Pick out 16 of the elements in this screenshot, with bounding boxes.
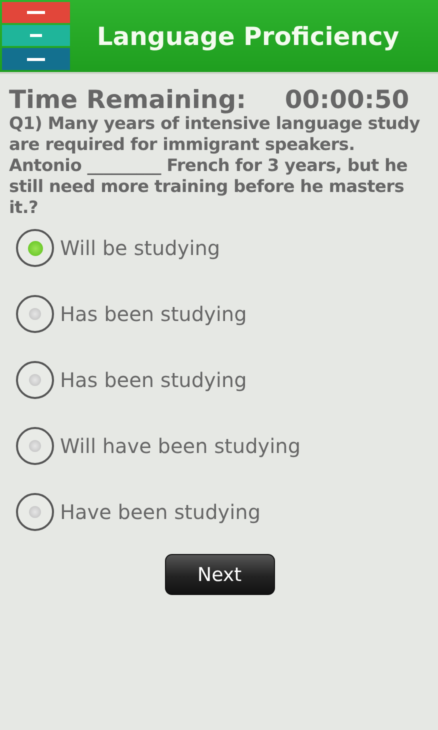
option-label[interactable]: Will have been studying bbox=[60, 434, 301, 458]
radio-button[interactable] bbox=[16, 427, 54, 465]
menu-icon[interactable] bbox=[2, 2, 70, 70]
radio-button[interactable] bbox=[16, 493, 54, 531]
timer-label: Time Remaining: bbox=[9, 85, 246, 114]
app-title: Language Proficiency bbox=[96, 22, 400, 50]
option-label[interactable]: Has been studying bbox=[60, 368, 247, 392]
option-label[interactable]: Will be studying bbox=[60, 236, 220, 260]
radio-button[interactable] bbox=[16, 361, 54, 399]
radio-button[interactable] bbox=[16, 295, 54, 333]
option-label[interactable]: Has been studying bbox=[60, 302, 247, 326]
question-text: Q1) Many years of intensive language study are required for immigrant speakers. Antonio _________ French for 3 years, but he still need more training before he masters it.? bbox=[9, 114, 421, 219]
next-button[interactable]: Next bbox=[164, 554, 274, 595]
timer-value: 00:00:50 bbox=[284, 85, 410, 114]
option-label[interactable]: Have been studying bbox=[60, 500, 261, 524]
radio-button[interactable] bbox=[16, 229, 54, 267]
